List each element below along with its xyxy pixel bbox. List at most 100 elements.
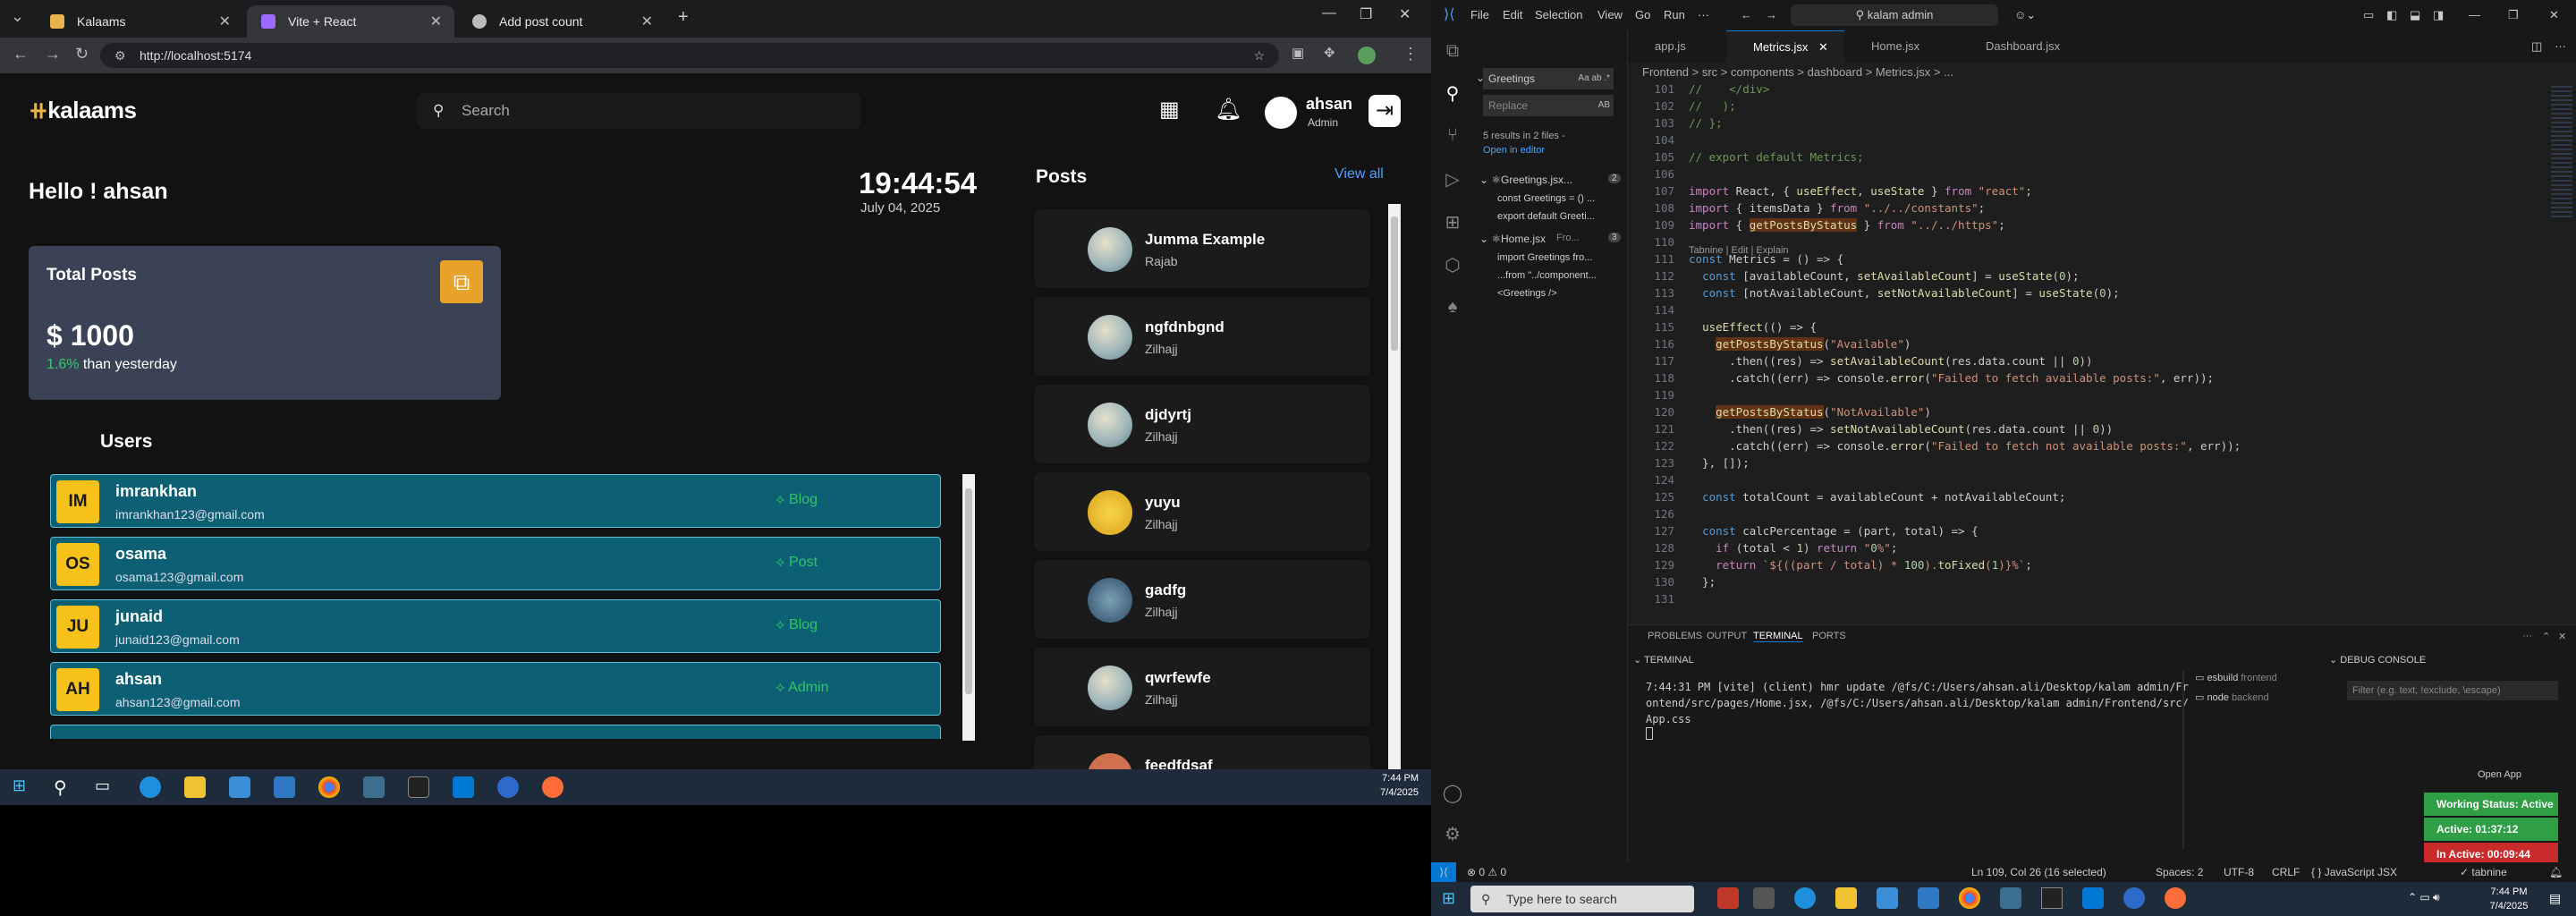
extensions-puzzle-icon[interactable]: ✥	[1324, 45, 1335, 61]
close-tab-icon[interactable]: ✕	[219, 13, 231, 30]
remote-icon[interactable]: ⬡	[1442, 254, 1463, 276]
browser-menu-icon[interactable]: ⋮	[1402, 45, 1419, 64]
match-options-icon[interactable]: Aa ab .*	[1578, 68, 1610, 89]
postman-icon[interactable]	[542, 776, 564, 798]
code-line[interactable]: const calcPercentage = (part, total) => …	[1689, 524, 1979, 538]
code-line[interactable]: const Metrics = () => {	[1689, 252, 1843, 266]
chrome-icon[interactable]	[1959, 887, 1980, 909]
source-control-icon[interactable]: ⑂	[1442, 125, 1463, 147]
accounts-icon[interactable]: ◯	[1442, 782, 1463, 803]
post-item[interactable]: Jumma Example Rajab	[1034, 209, 1370, 288]
code-line[interactable]: // );	[1689, 99, 1736, 113]
breadcrumb[interactable]: Frontend > src > components > dashboard …	[1628, 63, 2576, 82]
match-line[interactable]: const Greetings = () ...	[1497, 193, 1595, 204]
nav-forward-icon[interactable]: →	[1766, 8, 1777, 21]
mail-icon[interactable]	[1918, 887, 1939, 909]
split-editor-icon[interactable]: ◫	[2531, 39, 2542, 54]
panel-tab-ports[interactable]: PORTS	[1812, 631, 1846, 641]
post-item[interactable]: feedfdsaf	[1034, 735, 1370, 769]
reload-icon[interactable]: ↻	[75, 45, 89, 64]
taskbar-right-clock[interactable]: 7:44 PM 7/4/2025	[2478, 885, 2540, 913]
browser-tab-add-post[interactable]: Add post count ✕	[458, 5, 665, 38]
back-icon[interactable]: ←	[13, 45, 29, 64]
tabnine-status[interactable]: ✓ tabnine	[2460, 862, 2507, 882]
panel-tab-problems[interactable]: PROBLEMS	[1648, 631, 1702, 641]
tray-icons[interactable]: ⌃ ▭ 🔊︎	[2408, 891, 2440, 904]
debug-filter-input[interactable]: Filter (e.g. text, !exclude, \escape)	[2347, 681, 2558, 700]
minimap[interactable]	[2549, 82, 2576, 624]
code-line[interactable]: };	[1689, 575, 1716, 589]
line-ending[interactable]: CRLF	[2272, 862, 2300, 882]
menu-view[interactable]: View	[1597, 8, 1623, 21]
tab-app-js[interactable]: app.js	[1628, 30, 1726, 63]
menu-edit[interactable]: Edit	[1503, 8, 1522, 21]
edge-icon[interactable]	[140, 776, 161, 798]
menu-file[interactable]: File	[1470, 8, 1489, 21]
post-item[interactable]: qwrfewfe Zilhajj	[1034, 648, 1370, 726]
menu-selection[interactable]: Selection	[1535, 8, 1582, 21]
panel-tab-terminal[interactable]: TERMINAL	[1753, 631, 1803, 642]
tab-metrics-jsx[interactable]: Metrics.jsx ✕	[1726, 30, 1844, 63]
app-icon[interactable]	[2000, 887, 2021, 909]
user-row[interactable]	[50, 725, 941, 739]
code-line[interactable]: // </div>	[1689, 82, 1769, 96]
layout-icon[interactable]: ▭	[2363, 8, 2374, 22]
posts-scroll-thumb[interactable]	[1391, 216, 1398, 351]
code-line[interactable]: return `${((part / total) * 100).toFixed…	[1689, 558, 2032, 572]
menu-go[interactable]: Go	[1635, 8, 1650, 21]
panel-close-icon[interactable]: ✕	[2558, 631, 2566, 642]
terminal-icon[interactable]	[408, 776, 429, 798]
toggle-aux-icon[interactable]: ◨	[2433, 8, 2444, 22]
vscode-icon[interactable]	[2082, 887, 2104, 909]
code-line[interactable]: // export default Metrics;	[1689, 150, 1864, 164]
code-line[interactable]: const [availableCount, setAvailableCount…	[1689, 269, 2080, 283]
close-window-icon[interactable]: ✕	[1399, 5, 1411, 23]
post-item[interactable]: gadfg Zilhajj	[1034, 560, 1370, 639]
close-tab-icon[interactable]: ✕	[641, 13, 653, 30]
zoom-icon[interactable]	[2123, 887, 2145, 909]
grid-icon[interactable]: ▦	[1159, 97, 1180, 123]
chrome-icon[interactable]	[318, 776, 340, 798]
cursor-position[interactable]: Ln 109, Col 26 (16 selected)	[1971, 862, 2106, 882]
nav-back-icon[interactable]: ←	[1741, 8, 1752, 21]
search-highlight-icon[interactable]	[1717, 887, 1739, 909]
code-line[interactable]: .then((res) => setAvailableCount(res.dat…	[1689, 354, 2092, 368]
code-line[interactable]: const [notAvailableCount, setNotAvailabl…	[1689, 286, 2120, 300]
panel-tab-output[interactable]: OUTPUT	[1707, 631, 1747, 641]
tab-dashboard-jsx[interactable]: Dashboard.jsx	[1959, 30, 2093, 63]
code-line[interactable]: getPostsByStatus("NotAvailable")	[1689, 405, 1931, 419]
settings-gear-icon[interactable]: ⚙	[1442, 823, 1463, 844]
extension-icon[interactable]: ▣	[1292, 45, 1304, 61]
vscode-close-icon[interactable]: ✕	[2549, 8, 2559, 22]
file-explorer-icon[interactable]	[1835, 887, 1857, 909]
panel-maximize-icon[interactable]: ⌃	[2542, 631, 2550, 642]
code-line[interactable]: import { getPostsByStatus } from "../../…	[1689, 218, 2005, 232]
match-line[interactable]: import Greetings fro...	[1497, 252, 1592, 263]
code-line[interactable]: .catch((err) => console.error("Failed to…	[1689, 439, 2241, 453]
user-avatar[interactable]	[1265, 97, 1297, 129]
new-tab-icon[interactable]: +	[678, 7, 689, 28]
code-line[interactable]: import { itemsData } from "../../constan…	[1689, 201, 1985, 215]
code-line[interactable]: // };	[1689, 116, 1723, 130]
post-item[interactable]: yuyu Zilhajj	[1034, 472, 1370, 551]
mongodb-icon[interactable]: ♠	[1442, 297, 1463, 318]
postman-icon[interactable]	[2165, 887, 2186, 909]
user-row[interactable]: OS osama osama123@gmail.com ⟡ Post	[50, 537, 941, 590]
bookmark-star-icon[interactable]: ☆	[1253, 43, 1265, 68]
copilot-icon[interactable]: ☺⌄	[2014, 8, 2036, 22]
menu-more-icon[interactable]: ···	[1698, 8, 1709, 21]
remote-indicator-icon[interactable]: ⟩⟨	[1431, 862, 1456, 882]
logo[interactable]: ⧺kalaams	[29, 97, 137, 124]
code-line[interactable]: getPostsByStatus("Available")	[1689, 337, 1911, 351]
profile-icon[interactable]	[1358, 47, 1376, 64]
task-view-icon[interactable]: ▭	[95, 776, 116, 798]
panel-more-icon[interactable]: ···	[2522, 631, 2532, 641]
extensions-icon[interactable]: ⊞	[1442, 211, 1463, 233]
vscode-minimize-icon[interactable]: —	[2469, 8, 2480, 21]
explorer-icon[interactable]: ⧉	[1442, 41, 1463, 63]
preserve-case-icon[interactable]: AB	[1598, 95, 1610, 116]
file-result-chevron-icon[interactable]: ⌄ ⚛	[1479, 233, 1501, 245]
file-explorer-icon[interactable]	[184, 776, 206, 798]
notification-center-icon[interactable]: ▤	[2549, 891, 2561, 906]
vscode-icon[interactable]	[453, 776, 474, 798]
